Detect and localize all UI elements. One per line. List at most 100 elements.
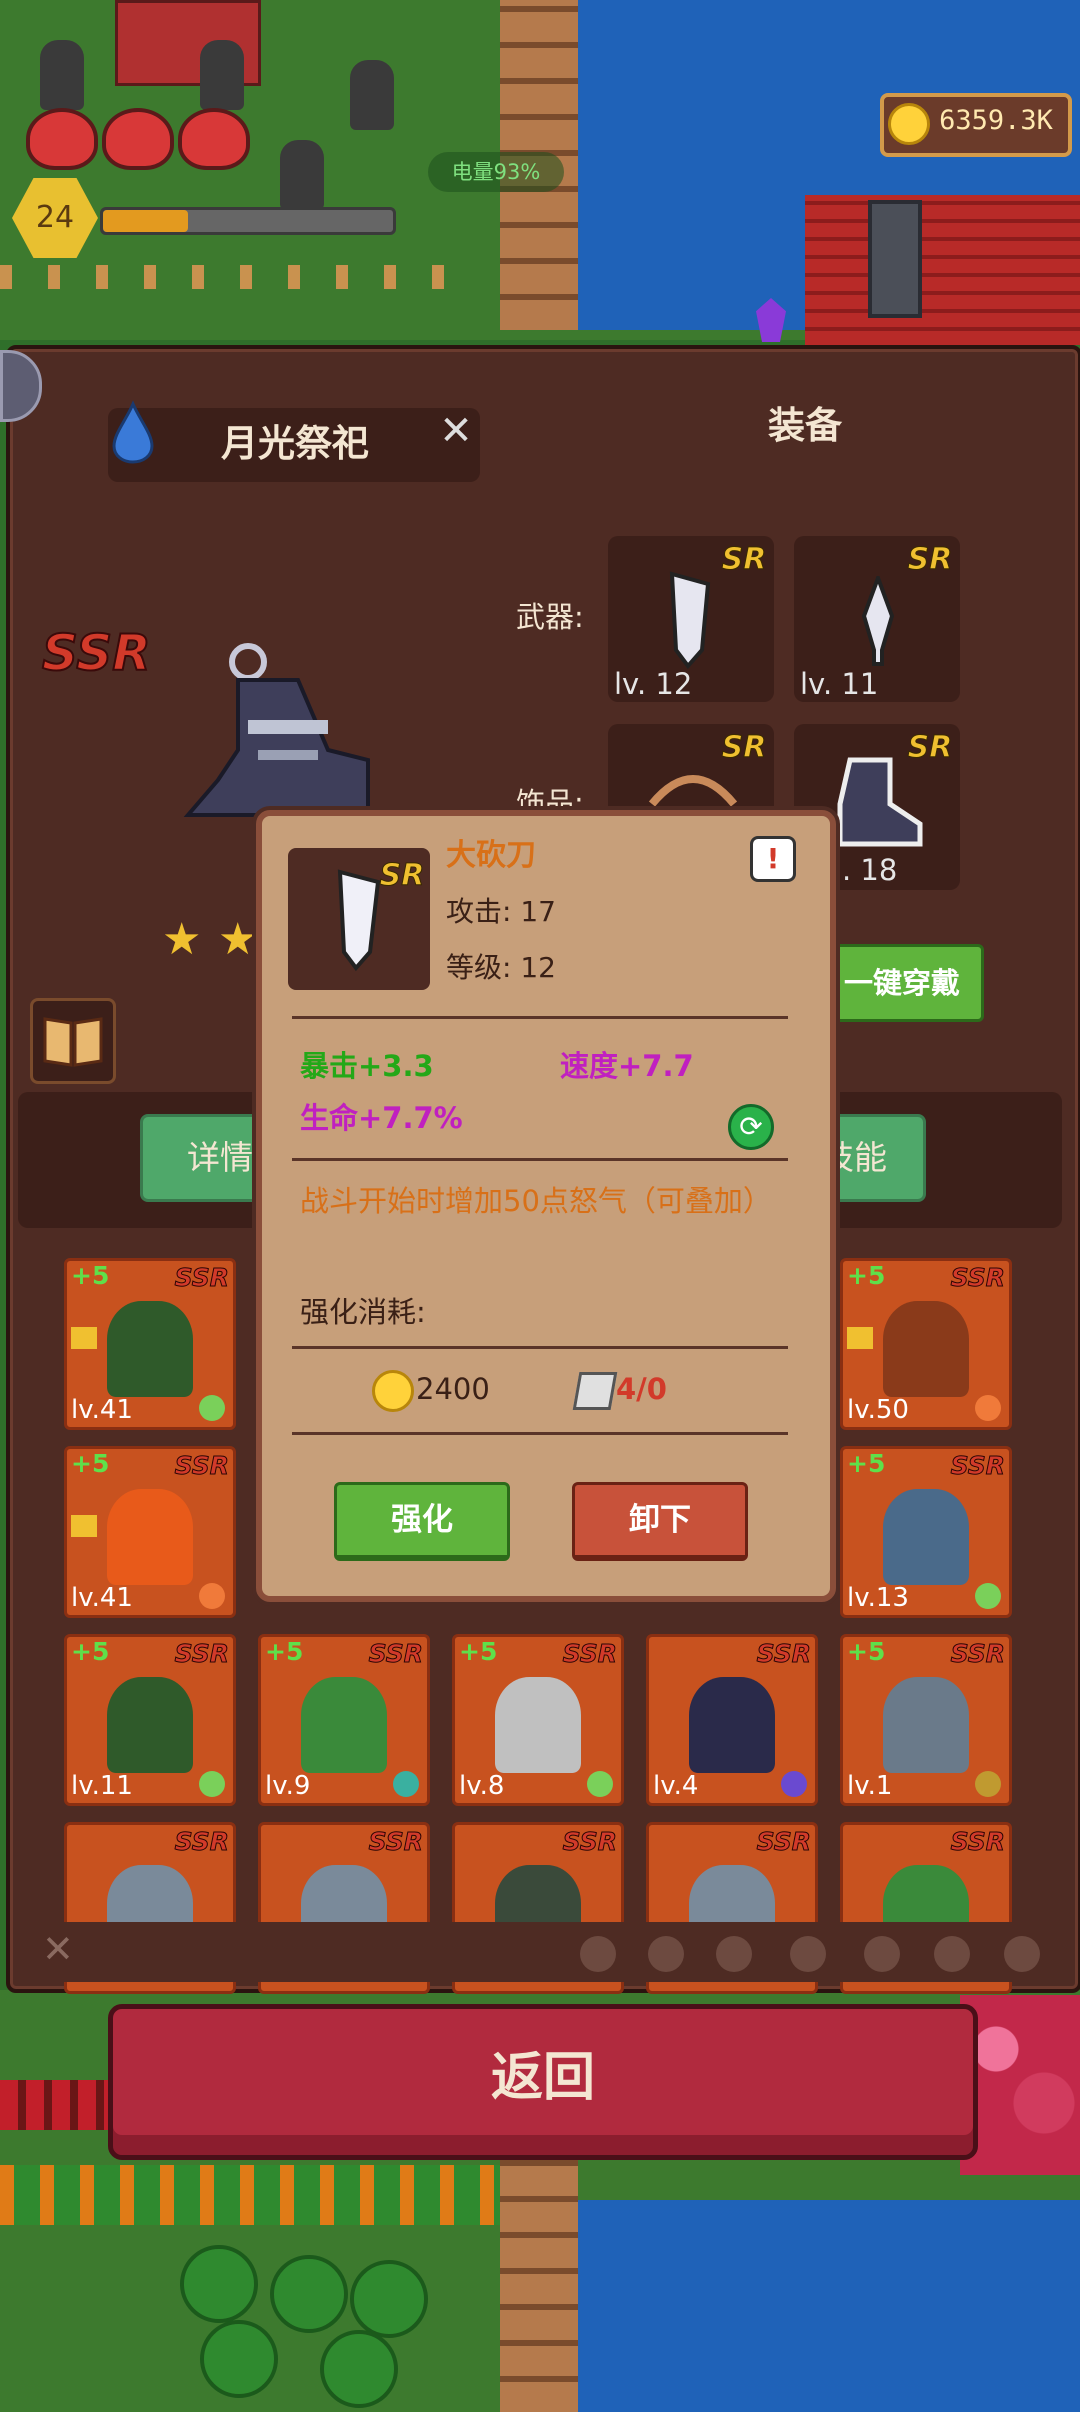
water-element-icon [112, 400, 154, 464]
book-icon [43, 1017, 103, 1067]
filter-element-icon[interactable] [716, 1936, 752, 1972]
hero-card[interactable]: +5 SSR lv.1 [840, 1634, 1012, 1806]
water-area-bottom [575, 2200, 1080, 2412]
heart-icon [178, 108, 250, 170]
hero-card[interactable]: +5 SSR lv.9 [258, 1634, 430, 1806]
upgrade-cost-label: 强化消耗: [300, 1295, 426, 1329]
element-icon [975, 1583, 1001, 1609]
hero-card-rarity: SSR [756, 1639, 811, 1669]
hero-card-level: lv.41 [71, 1395, 133, 1425]
hero-card-sprite [883, 1301, 969, 1397]
xp-bar-fill [103, 210, 188, 232]
coin-icon [888, 103, 930, 145]
hero-card[interactable]: +5 SSR lv.41 [64, 1258, 236, 1430]
fence [0, 265, 470, 289]
hero-card-sprite [107, 1489, 193, 1585]
item-level: 等级: 12 [446, 951, 556, 984]
rarity-tag: SR [907, 542, 953, 578]
hero-card-level: lv.50 [847, 1395, 909, 1425]
dagger-icon [861, 576, 895, 666]
coin-icon [372, 1370, 414, 1412]
filter-bar [18, 1922, 1062, 1982]
filter-element-icon[interactable] [580, 1936, 616, 1972]
hero-name: 月光祭祀 [221, 422, 369, 465]
hero-card-plus: +5 [459, 1637, 498, 1666]
element-icon [975, 1395, 1001, 1421]
star-icon: ★ [162, 914, 202, 965]
battery-indicator: 电量93% [428, 152, 564, 192]
item-rarity-tag: SR [379, 858, 425, 894]
hero-card-plus: +5 [847, 1637, 886, 1666]
hero-card-rarity: SSR [756, 1827, 811, 1857]
stat-hp: 生命+7.7% [300, 1101, 463, 1135]
fruit-tree [270, 2255, 348, 2333]
hero-card-level: lv.41 [71, 1583, 133, 1613]
hero-card[interactable]: +5 SSR lv.50 [840, 1258, 1012, 1430]
hero-card-sprite [495, 1677, 581, 1773]
element-icon [199, 1395, 225, 1421]
rarity-tag: SR [907, 730, 953, 766]
hero-card-rarity: SSR [950, 1827, 1005, 1857]
fruit-tree [200, 2320, 278, 2398]
hero-card-rarity: SSR [174, 1263, 229, 1293]
house-roof [805, 195, 1080, 345]
hero-card-rarity: SSR [562, 1639, 617, 1669]
hero-card-sprite [107, 1301, 193, 1397]
element-icon [199, 1771, 225, 1797]
alert-icon[interactable]: ! [750, 836, 796, 882]
ostrich [40, 40, 84, 110]
reroll-icon[interactable]: ⟳ [728, 1104, 774, 1150]
heart-icon [26, 108, 98, 170]
item-description: 战斗开始时增加50点怒气（可叠加） [300, 1184, 772, 1218]
element-icon [199, 1583, 225, 1609]
slot-level: lv. 11 [800, 667, 879, 701]
fruit-tree [350, 2260, 428, 2338]
hero-card[interactable]: SSR lv.4 [646, 1634, 818, 1806]
element-icon [781, 1771, 807, 1797]
hero-card-rarity: SSR [174, 1639, 229, 1669]
hero-card-rarity: SSR [950, 1639, 1005, 1669]
hero-card-rarity: SSR [562, 1827, 617, 1857]
slot-level: . 18 [842, 853, 898, 887]
hero-card-sprite [107, 1677, 193, 1773]
crossbow-icon [648, 775, 738, 807]
fruit-tree [320, 2330, 398, 2408]
unequip-button[interactable]: 卸下 [572, 1482, 748, 1561]
hero-card-sprite [689, 1677, 775, 1773]
flag-icon [847, 1327, 873, 1349]
upgrade-button[interactable]: 强化 [334, 1482, 510, 1561]
hero-card-level: lv.9 [265, 1771, 311, 1801]
hero-sprite [183, 643, 370, 817]
filter-element-icon[interactable] [864, 1936, 900, 1972]
heart-icon [102, 108, 174, 170]
filter-element-icon[interactable] [934, 1936, 970, 1972]
filter-element-icon[interactable] [790, 1936, 826, 1972]
hero-card[interactable]: +5 SSR lv.41 [64, 1446, 236, 1618]
player-level: 24 [35, 200, 75, 235]
upgrade-stone-icon [572, 1372, 618, 1410]
flag-icon [71, 1327, 97, 1349]
weapon-label: 武器: [516, 600, 584, 634]
hero-card-level: lv.13 [847, 1583, 909, 1613]
hero-card[interactable]: +5 SSR lv.11 [64, 1634, 236, 1806]
wooden-path-bottom [500, 2160, 578, 2412]
hero-card-level: lv.8 [459, 1771, 505, 1801]
ostrich [200, 40, 244, 110]
filter-close-icon[interactable]: ✕ [42, 1926, 82, 1972]
hero-card-level: lv.1 [847, 1771, 893, 1801]
book-button[interactable] [30, 998, 116, 1084]
filter-element-icon[interactable] [1004, 1936, 1040, 1972]
return-button[interactable]: 返回 [108, 2004, 978, 2160]
hero-card-plus: +5 [71, 1449, 110, 1478]
hero-card[interactable]: +5 SSR lv.13 [840, 1446, 1012, 1618]
fruit-tree [180, 2245, 258, 2323]
hero-card-plus: +5 [847, 1261, 886, 1290]
close-icon[interactable]: ✕ [438, 408, 474, 454]
item-name: 大砍刀 [446, 838, 536, 873]
equip-all-button[interactable]: 一键穿戴 [820, 944, 984, 1022]
filter-element-icon[interactable] [648, 1936, 684, 1972]
hero-card[interactable]: +5 SSR lv.8 [452, 1634, 624, 1806]
hero-card-rarity: SSR [950, 1451, 1005, 1481]
hero-card-rarity: SSR [174, 1451, 229, 1481]
ostrich [280, 140, 324, 210]
